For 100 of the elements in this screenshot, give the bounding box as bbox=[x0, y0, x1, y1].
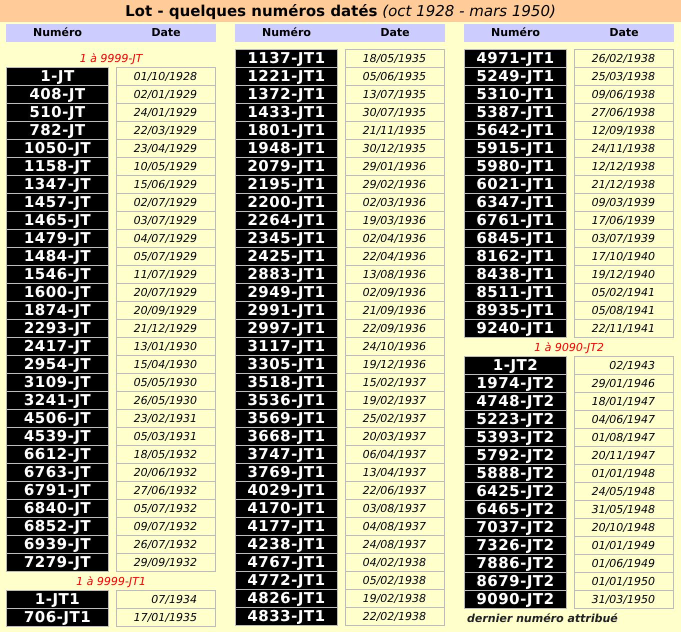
serial-number-cell: 4177-JT1 bbox=[235, 517, 338, 536]
date-cell: 25/03/1938 bbox=[574, 67, 674, 86]
date-cell: 10/05/1929 bbox=[116, 157, 216, 176]
serial-number-cell: 1600-JT bbox=[6, 283, 109, 302]
date-cell: 19/03/1936 bbox=[345, 211, 445, 230]
serial-number-cell: 6791-JT bbox=[6, 481, 109, 500]
serial-number-cell: 1221-JT1 bbox=[235, 67, 338, 86]
serial-number-cell: 1874-JT bbox=[6, 301, 109, 320]
serial-number-cell: 5888-JT2 bbox=[464, 464, 567, 483]
serial-number-cell: 3305-JT1 bbox=[235, 355, 338, 374]
date-cell: 23/02/1931 bbox=[116, 409, 216, 428]
date-cell: 26/07/1932 bbox=[116, 535, 216, 554]
date-cell: 24/01/1929 bbox=[116, 103, 216, 122]
serial-number-cell: 8935-JT1 bbox=[464, 301, 567, 320]
date-cell: 20/10/1948 bbox=[574, 518, 674, 537]
date-cell: 05/07/1932 bbox=[116, 499, 216, 518]
date-cell: 03/07/1939 bbox=[574, 229, 674, 248]
serial-number-cell: 3747-JT1 bbox=[235, 445, 338, 464]
serial-number-cell: 4029-JT1 bbox=[235, 481, 338, 500]
date-cell: 29/09/1932 bbox=[116, 553, 216, 572]
date-cell: 04/08/1937 bbox=[345, 517, 445, 536]
column-header: Numéro Date bbox=[6, 24, 216, 42]
date-cell: 22/11/1941 bbox=[574, 319, 674, 338]
serial-number-cell: 6612-JT bbox=[6, 445, 109, 464]
serial-number-cell: 6347-JT1 bbox=[464, 193, 567, 212]
date-cell: 18/01/1947 bbox=[574, 392, 674, 411]
date-cell: 24/08/1937 bbox=[345, 535, 445, 554]
serial-number-cell: 2195-JT1 bbox=[235, 175, 338, 194]
serial-number-cell: 2425-JT1 bbox=[235, 247, 338, 266]
date-cell: 27/06/1938 bbox=[574, 103, 674, 122]
serial-number-cell: 5249-JT1 bbox=[464, 67, 567, 86]
serial-number-cell: 3569-JT1 bbox=[235, 409, 338, 428]
date-cell: 13/04/1937 bbox=[345, 463, 445, 482]
serial-number-cell: 1-JT bbox=[6, 67, 109, 86]
date-cell: 20/11/1947 bbox=[574, 446, 674, 465]
date-cell: 21/12/1938 bbox=[574, 175, 674, 194]
serial-number-cell: 4238-JT1 bbox=[235, 535, 338, 554]
date-cell: 01/01/1949 bbox=[574, 536, 674, 555]
serial-number-cell: 3109-JT bbox=[6, 373, 109, 392]
serial-number-cell: 9240-JT1 bbox=[464, 319, 567, 338]
serial-number-cell: 1-JT1 bbox=[6, 590, 109, 609]
date-cell: 24/10/1936 bbox=[345, 337, 445, 356]
serial-number-cell: 8679-JT2 bbox=[464, 572, 567, 591]
date-cell: 22/02/1938 bbox=[345, 607, 445, 626]
date-cell: 12/12/1938 bbox=[574, 157, 674, 176]
date-cell: 18/05/1932 bbox=[116, 445, 216, 464]
date-cell: 24/05/1948 bbox=[574, 482, 674, 501]
serial-number-cell: 2200-JT1 bbox=[235, 193, 338, 212]
serial-number-cell: 3536-JT1 bbox=[235, 391, 338, 410]
serial-number-cell: 2883-JT1 bbox=[235, 265, 338, 284]
date-cell: 02/07/1929 bbox=[116, 193, 216, 212]
date-cell: 06/04/1937 bbox=[345, 445, 445, 464]
date-cell: 05/06/1935 bbox=[345, 67, 445, 86]
serial-number-cell: 1-JT2 bbox=[464, 356, 567, 375]
footnote: dernier numéro attribué bbox=[467, 612, 618, 624]
serial-number-cell: 408-JT bbox=[6, 85, 109, 104]
date-cell: 26/05/1930 bbox=[116, 391, 216, 410]
date-cell: 13/01/1930 bbox=[116, 337, 216, 356]
date-cell: 05/02/1938 bbox=[345, 571, 445, 590]
serial-number-cell: 6465-JT2 bbox=[464, 500, 567, 519]
serial-number-cell: 2417-JT bbox=[6, 337, 109, 356]
serial-number-cell: 6761-JT1 bbox=[464, 211, 567, 230]
date-cell: 05/03/1931 bbox=[116, 427, 216, 446]
date-cell: 04/02/1938 bbox=[345, 553, 445, 572]
serial-number-cell: 6939-JT bbox=[6, 535, 109, 554]
date-cell: 21/09/1936 bbox=[345, 301, 445, 320]
serial-number-cell: 4748-JT2 bbox=[464, 392, 567, 411]
date-cell: 17/06/1939 bbox=[574, 211, 674, 230]
date-cell: 13/07/1935 bbox=[345, 85, 445, 104]
serial-number-cell: 4767-JT1 bbox=[235, 553, 338, 572]
column-header: Numéro Date bbox=[235, 24, 445, 42]
date-cell: 09/06/1938 bbox=[574, 85, 674, 104]
date-cell: 23/04/1929 bbox=[116, 139, 216, 158]
serial-number-cell: 6852-JT bbox=[6, 517, 109, 536]
date-cell: 09/03/1939 bbox=[574, 193, 674, 212]
date-cell: 19/12/1940 bbox=[574, 265, 674, 284]
date-cell: 19/02/1937 bbox=[345, 391, 445, 410]
serial-number-cell: 1484-JT bbox=[6, 247, 109, 266]
date-cell: 02/1943 bbox=[574, 356, 674, 375]
serial-number-cell: 5980-JT1 bbox=[464, 157, 567, 176]
date-cell: 19/12/1936 bbox=[345, 355, 445, 374]
serial-number-cell: 3241-JT bbox=[6, 391, 109, 410]
serial-number-cell: 5915-JT1 bbox=[464, 139, 567, 158]
serial-number-cell: 2991-JT1 bbox=[235, 301, 338, 320]
serial-number-cell: 5387-JT1 bbox=[464, 103, 567, 122]
serial-number-cell: 2345-JT1 bbox=[235, 229, 338, 248]
date-cell: 22/06/1937 bbox=[345, 481, 445, 500]
date-cell: 20/07/1929 bbox=[116, 283, 216, 302]
serial-number-cell: 6763-JT bbox=[6, 463, 109, 482]
serial-number-cell: 1465-JT bbox=[6, 211, 109, 230]
date-cell: 24/11/1938 bbox=[574, 139, 674, 158]
serial-number-cell: 1347-JT bbox=[6, 175, 109, 194]
date-cell: 25/02/1937 bbox=[345, 409, 445, 428]
date-cell: 31/03/1950 bbox=[574, 590, 674, 609]
serial-number-cell: 1137-JT1 bbox=[235, 49, 338, 68]
serial-number-cell: 3518-JT1 bbox=[235, 373, 338, 392]
serial-number-cell: 1158-JT bbox=[6, 157, 109, 176]
date-cell: 09/07/1932 bbox=[116, 517, 216, 536]
serial-number-cell: 3769-JT1 bbox=[235, 463, 338, 482]
serial-number-cell: 1457-JT bbox=[6, 193, 109, 212]
